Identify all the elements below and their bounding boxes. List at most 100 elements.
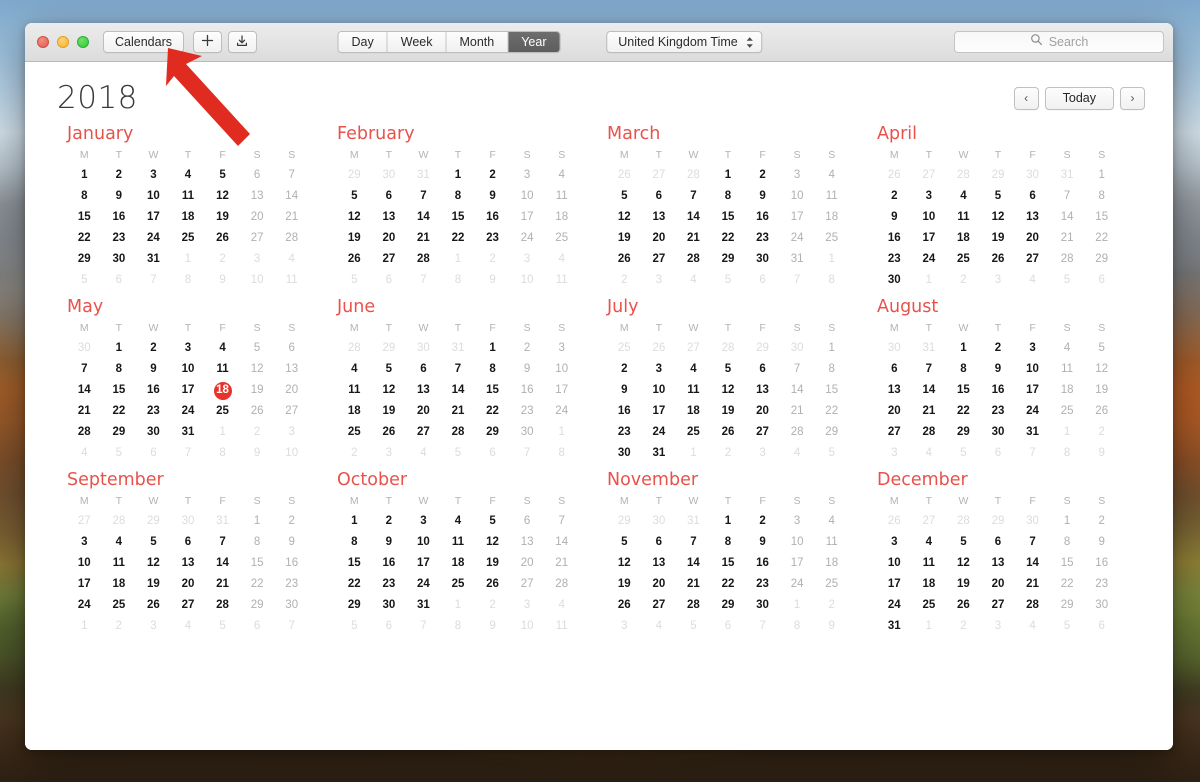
day-cell[interactable]: 3 xyxy=(67,532,102,553)
day-cell[interactable]: 23 xyxy=(607,422,642,443)
day-cell[interactable]: 3 xyxy=(240,249,275,270)
day-cell[interactable]: 23 xyxy=(877,249,912,270)
day-cell[interactable]: 30 xyxy=(1015,165,1050,186)
day-cell[interactable]: 2 xyxy=(711,443,746,464)
day-cell[interactable]: 26 xyxy=(711,422,746,443)
day-cell[interactable]: 3 xyxy=(912,186,947,207)
day-cell[interactable]: 4 xyxy=(274,249,309,270)
day-cell[interactable]: 5 xyxy=(814,443,849,464)
day-cell[interactable]: 3 xyxy=(642,359,677,380)
day-cell[interactable]: 8 xyxy=(337,532,372,553)
day-cell[interactable]: 21 xyxy=(544,553,579,574)
day-cell[interactable]: 12 xyxy=(607,553,642,574)
day-cell[interactable]: 30 xyxy=(136,422,171,443)
day-cell[interactable]: 26 xyxy=(1084,401,1119,422)
day-cell[interactable]: 11 xyxy=(946,207,981,228)
day-cell[interactable]: 13 xyxy=(877,380,912,401)
day-cell[interactable]: 7 xyxy=(676,532,711,553)
day-cell[interactable]: 5 xyxy=(337,186,372,207)
day-cell[interactable]: 19 xyxy=(711,401,746,422)
day-cell[interactable]: 17 xyxy=(406,553,441,574)
day-cell[interactable]: 1 xyxy=(912,270,947,291)
day-cell[interactable]: 2 xyxy=(372,511,407,532)
day-cell[interactable]: 26 xyxy=(136,595,171,616)
day-cell[interactable]: 5 xyxy=(205,616,240,637)
day-cell[interactable]: 31 xyxy=(676,511,711,532)
day-cell[interactable]: 23 xyxy=(274,574,309,595)
day-cell[interactable]: 30 xyxy=(877,338,912,359)
day-cell[interactable]: 1 xyxy=(912,616,947,637)
day-cell[interactable]: 6 xyxy=(274,338,309,359)
day-cell[interactable]: 7 xyxy=(136,270,171,291)
day-cell[interactable]: 10 xyxy=(274,443,309,464)
day-cell[interactable]: 23 xyxy=(745,574,780,595)
day-cell[interactable]: 4 xyxy=(1015,270,1050,291)
day-cell[interactable]: 22 xyxy=(711,228,746,249)
day-cell[interactable]: 4 xyxy=(1050,338,1085,359)
day-cell[interactable]: 18 xyxy=(102,574,137,595)
day-cell[interactable]: 28 xyxy=(441,422,476,443)
day-cell[interactable]: 30 xyxy=(642,511,677,532)
day-cell[interactable]: 9 xyxy=(607,380,642,401)
day-cell[interactable]: 1 xyxy=(814,338,849,359)
day-cell[interactable]: 11 xyxy=(814,532,849,553)
day-cell[interactable]: 28 xyxy=(676,165,711,186)
day-cell[interactable]: 20 xyxy=(171,574,206,595)
day-cell[interactable]: 29 xyxy=(711,249,746,270)
day-cell[interactable]: 10 xyxy=(136,186,171,207)
day-cell[interactable]: 23 xyxy=(510,401,545,422)
day-cell[interactable]: 11 xyxy=(337,380,372,401)
day-cell[interactable]: 22 xyxy=(711,574,746,595)
month-name[interactable]: July xyxy=(607,297,877,317)
day-cell[interactable]: 20 xyxy=(240,207,275,228)
day-cell[interactable]: 31 xyxy=(877,616,912,637)
day-cell[interactable]: 9 xyxy=(475,616,510,637)
day-cell[interactable]: 26 xyxy=(607,249,642,270)
day-cell[interactable]: 25 xyxy=(814,228,849,249)
day-cell[interactable]: 28 xyxy=(711,338,746,359)
day-cell[interactable]: 6 xyxy=(372,616,407,637)
day-cell[interactable]: 5 xyxy=(1050,616,1085,637)
day-cell[interactable]: 31 xyxy=(1050,165,1085,186)
day-cell[interactable]: 24 xyxy=(912,249,947,270)
day-cell[interactable]: 1 xyxy=(171,249,206,270)
day-cell[interactable]: 13 xyxy=(510,532,545,553)
day-cell[interactable]: 3 xyxy=(136,616,171,637)
day-cell[interactable]: 8 xyxy=(1084,186,1119,207)
day-cell[interactable]: 10 xyxy=(642,380,677,401)
day-cell[interactable]: 19 xyxy=(946,574,981,595)
day-cell[interactable]: 1 xyxy=(67,165,102,186)
day-cell[interactable]: 23 xyxy=(745,228,780,249)
day-cell[interactable]: 6 xyxy=(240,616,275,637)
day-cell[interactable]: 18 xyxy=(171,207,206,228)
day-cell[interactable]: 20 xyxy=(981,574,1016,595)
day-cell[interactable]: 29 xyxy=(711,595,746,616)
view-mode-week[interactable]: Week xyxy=(387,32,447,52)
month-name[interactable]: April xyxy=(877,124,1147,144)
day-cell[interactable]: 2 xyxy=(877,186,912,207)
day-cell[interactable]: 2 xyxy=(240,422,275,443)
day-cell[interactable]: 7 xyxy=(406,616,441,637)
day-cell[interactable]: 14 xyxy=(780,380,815,401)
day-cell[interactable]: 4 xyxy=(544,165,579,186)
day-cell[interactable]: 27 xyxy=(676,338,711,359)
day-cell[interactable]: 3 xyxy=(780,165,815,186)
day-cell[interactable]: 18 xyxy=(676,401,711,422)
day-cell[interactable]: 20 xyxy=(372,228,407,249)
day-cell[interactable]: 2 xyxy=(274,511,309,532)
day-cell[interactable]: 24 xyxy=(780,228,815,249)
day-cell[interactable]: 26 xyxy=(607,165,642,186)
day-cell[interactable]: 26 xyxy=(642,338,677,359)
day-cell[interactable]: 26 xyxy=(337,249,372,270)
day-cell[interactable]: 14 xyxy=(912,380,947,401)
day-cell[interactable]: 29 xyxy=(1084,249,1119,270)
day-cell[interactable]: 1 xyxy=(711,165,746,186)
day-cell[interactable]: 26 xyxy=(205,228,240,249)
day-cell[interactable]: 13 xyxy=(745,380,780,401)
day-cell[interactable]: 13 xyxy=(981,553,1016,574)
day-cell[interactable]: 13 xyxy=(642,553,677,574)
day-cell[interactable]: 15 xyxy=(814,380,849,401)
day-cell[interactable]: 25 xyxy=(544,228,579,249)
day-cell[interactable]: 29 xyxy=(67,249,102,270)
day-cell[interactable]: 5 xyxy=(711,270,746,291)
